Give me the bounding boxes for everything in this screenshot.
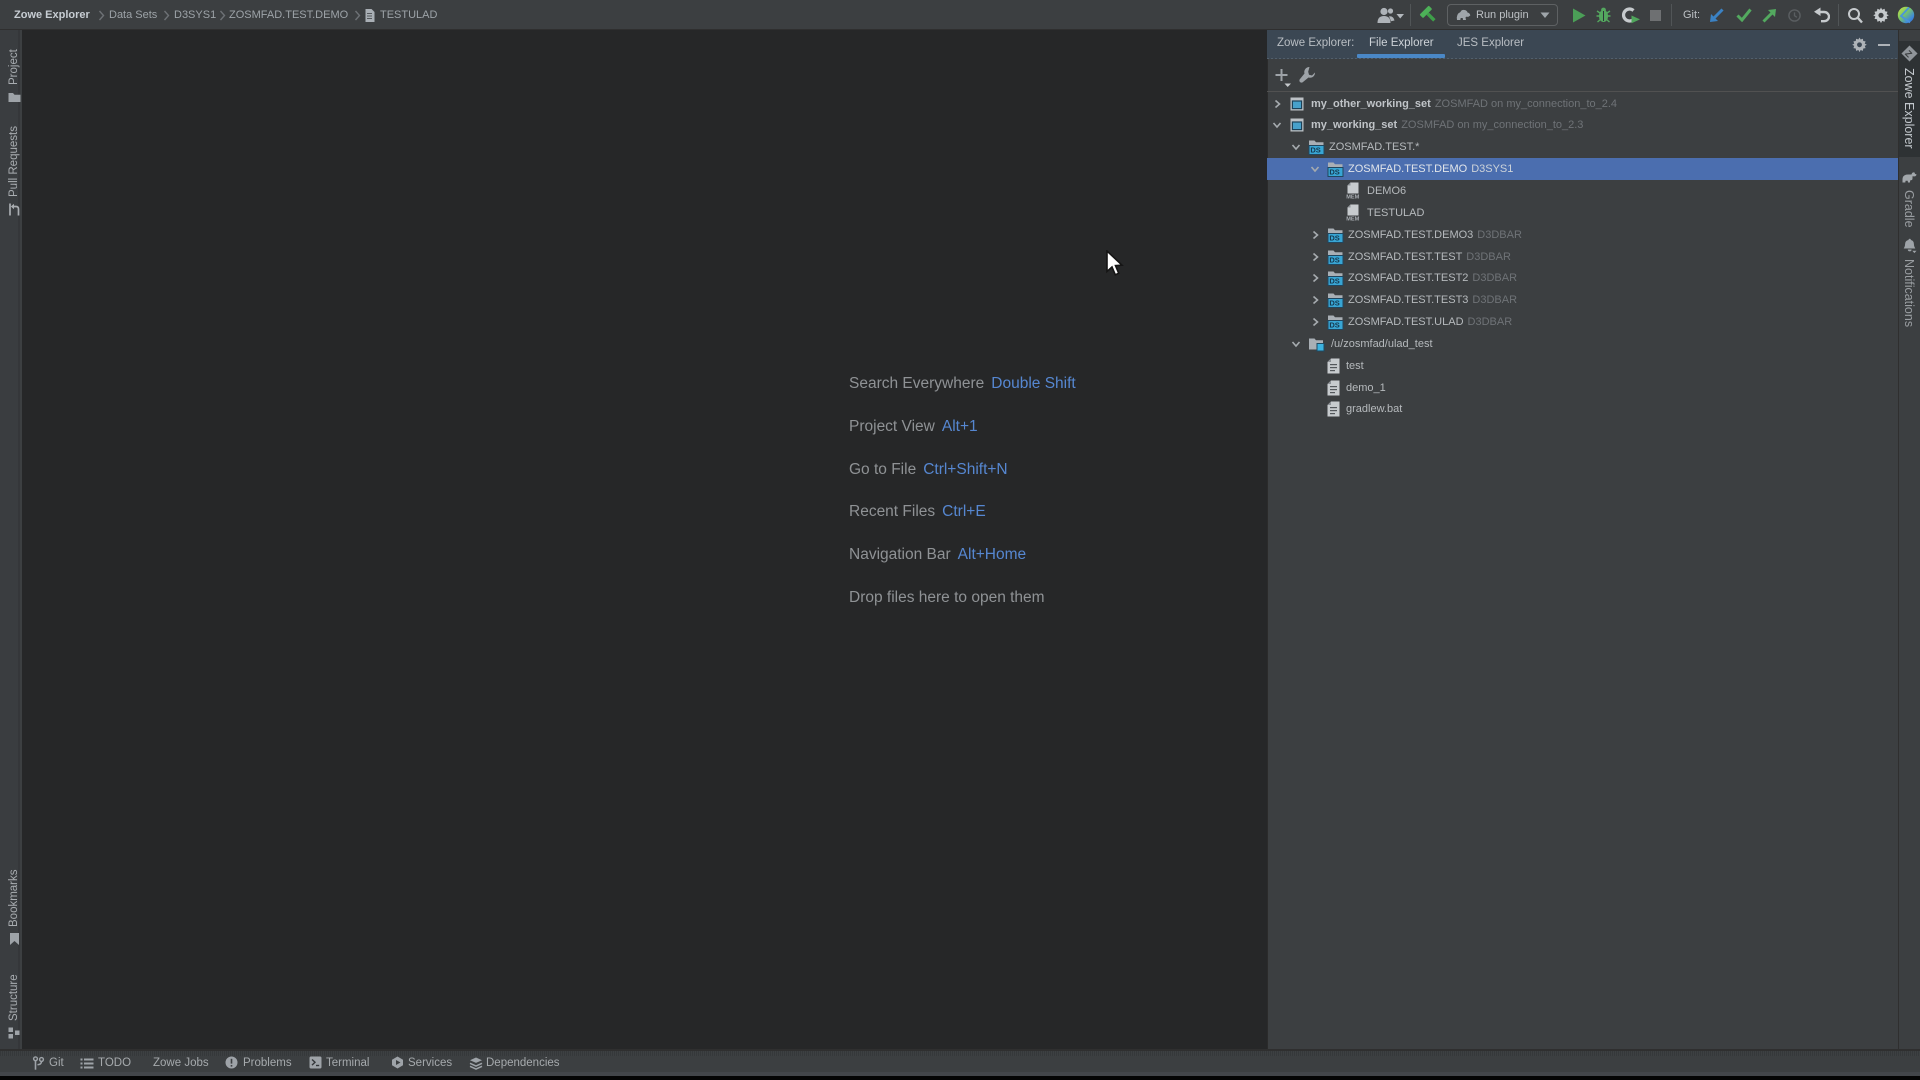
svg-text:DS: DS [1329, 233, 1339, 242]
svg-text:DS: DS [1329, 277, 1339, 286]
svg-text:DS: DS [1329, 255, 1339, 264]
svg-text:DS: DS [1329, 168, 1339, 177]
svg-text:DS: DS [1329, 321, 1339, 330]
svg-text:MEM: MEM [1346, 195, 1359, 199]
svg-text:DS: DS [1310, 146, 1320, 155]
svg-text:MEM: MEM [1346, 217, 1359, 221]
svg-text:DS: DS [1329, 299, 1339, 308]
